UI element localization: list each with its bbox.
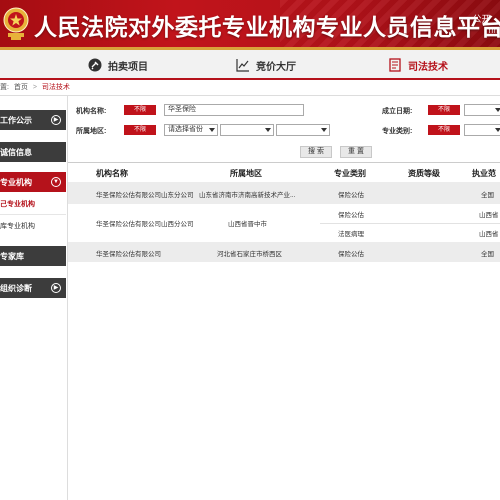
scope-cell: 全国 [481,192,494,199]
divider [0,214,66,215]
chevron-down-icon: ▼ [51,177,61,187]
chevron-down-icon [495,128,500,132]
org-name-input[interactable]: 华圣保险 [164,104,304,116]
category-unlimited-tag[interactable]: 不限 [428,125,460,135]
category-cell: 保险公估 [338,192,364,199]
nav-item-bidding-hall[interactable]: 竞价大厅 [236,50,296,80]
breadcrumb-home[interactable]: 首页 [14,84,28,91]
nav-item-auction-projects[interactable]: 拍卖项目 [88,50,148,80]
column-header-region: 所属地区 [230,169,262,178]
nav-item-judicial-tech[interactable]: 司法技术 [388,50,448,80]
province-select[interactable]: 请选择省份 [164,124,218,136]
established-date-select[interactable] [464,104,500,116]
document-icon [389,58,401,72]
chevron-down-icon [321,128,327,132]
category-cell: 保险公估 [338,251,364,258]
divider [0,95,500,96]
header-public-link[interactable]: 公开 · [473,12,497,25]
sidebar-item-credit-info[interactable]: 诚信信息 [0,142,66,162]
established-date-label: 成立日期: [382,108,413,115]
column-header-category: 专业类别 [334,169,366,178]
header-url-text: rm [488,26,498,35]
sidebar-item-label: 组织诊断 [0,283,32,293]
breadcrumb-separator: > [32,84,37,91]
sidebar-item-label: 工作公示 [0,115,32,125]
chevron-down-icon [265,128,271,132]
org-name-label: 机构名称: [76,108,107,115]
org-name-unlimited-tag[interactable]: 不限 [124,105,156,115]
category-cell: 法医病理 [338,231,364,238]
region-cell: 山东省济南市济南高新技术产业... [199,192,296,199]
nav-label: 竞价大厅 [256,61,296,73]
table-top-border [68,162,500,163]
chevron-right-icon: ▶ [51,283,61,293]
divider [320,223,500,224]
sidebar-subitem-label: 库专业机构 [0,223,35,230]
trend-chart-icon [236,59,249,72]
city-select[interactable] [220,124,274,136]
court-emblem-icon [3,7,29,40]
reset-button[interactable]: 重 置 [340,146,372,158]
district-select[interactable] [276,124,330,136]
sidebar-item-professional-orgs[interactable]: 专业机构 ▼ [0,172,66,192]
sidebar-item-work-notice[interactable]: 工作公示 ▶ [0,110,66,130]
scope-cell: 全国 [481,251,494,258]
scope-cell: 山西省 [479,212,499,219]
category-select[interactable] [464,124,500,136]
site-title: 人民法院对外委托专业机构专业人员信息平台 [34,15,500,41]
org-name-cell[interactable]: 华圣保险公估有限公司山东分公司 [96,189,196,199]
category-label: 专业类别: [382,128,413,135]
gavel-icon [88,58,102,72]
org-name-cell[interactable]: 华圣保险公估有限公司 [96,248,196,258]
column-header-scope: 执业范 [472,169,496,178]
scope-cell: 山西省 [479,231,499,238]
sidebar-item-expert-library[interactable]: 专家库 [0,246,66,266]
search-button[interactable]: 搜 索 [300,146,332,158]
header-banner: 人民法院对外委托专业机构专业人员信息平台 公开 · rm [0,0,500,50]
sidebar-item-org-diagnosis[interactable]: 组织诊断 ▶ [0,278,66,298]
chevron-right-icon: ▶ [51,115,61,125]
sidebar-item-label: 诚信信息 [0,147,32,157]
breadcrumb-prefix: 置: [0,84,9,91]
nav-label: 拍卖项目 [108,61,148,73]
region-unlimited-tag[interactable]: 不限 [124,125,156,135]
region-cell: 山西省晋中市 [228,221,267,228]
org-name-cell[interactable]: 华圣保险公估有限公司山西分公司 [96,218,196,228]
sidebar-subitem-registered-orgs[interactable]: 己专业机构 [0,194,66,214]
region-label: 所属地区: [76,128,107,135]
sidebar-subitem-label: 己专业机构 [0,201,35,208]
column-header-org-name: 机构名称 [96,169,128,178]
nav-label: 司法技术 [408,61,448,73]
sidebar-item-label: 专家库 [0,251,24,261]
category-cell: 保险公估 [338,212,364,219]
breadcrumb: 置: 首页 > 司法技术 [0,82,500,95]
breadcrumb-current[interactable]: 司法技术 [42,84,70,91]
chevron-down-icon [495,108,500,112]
sidebar-item-label: 专业机构 [0,177,32,187]
province-select-value: 请选择省份 [168,126,203,133]
region-cell: 河北省石家庄市桥西区 [217,251,282,258]
sidebar-subitem-library-orgs[interactable]: 库专业机构 [0,216,66,236]
established-date-unlimited-tag[interactable]: 不限 [428,105,460,115]
column-header-level: 资质等级 [408,169,440,178]
main-nav: 拍卖项目 竞价大厅 司法技术 [0,50,500,80]
sidebar: 工作公示 ▶ 诚信信息 专业机构 ▼ 己专业机构 库专业机构 专家库 组织诊断 … [0,96,68,500]
chevron-down-icon [209,128,215,132]
